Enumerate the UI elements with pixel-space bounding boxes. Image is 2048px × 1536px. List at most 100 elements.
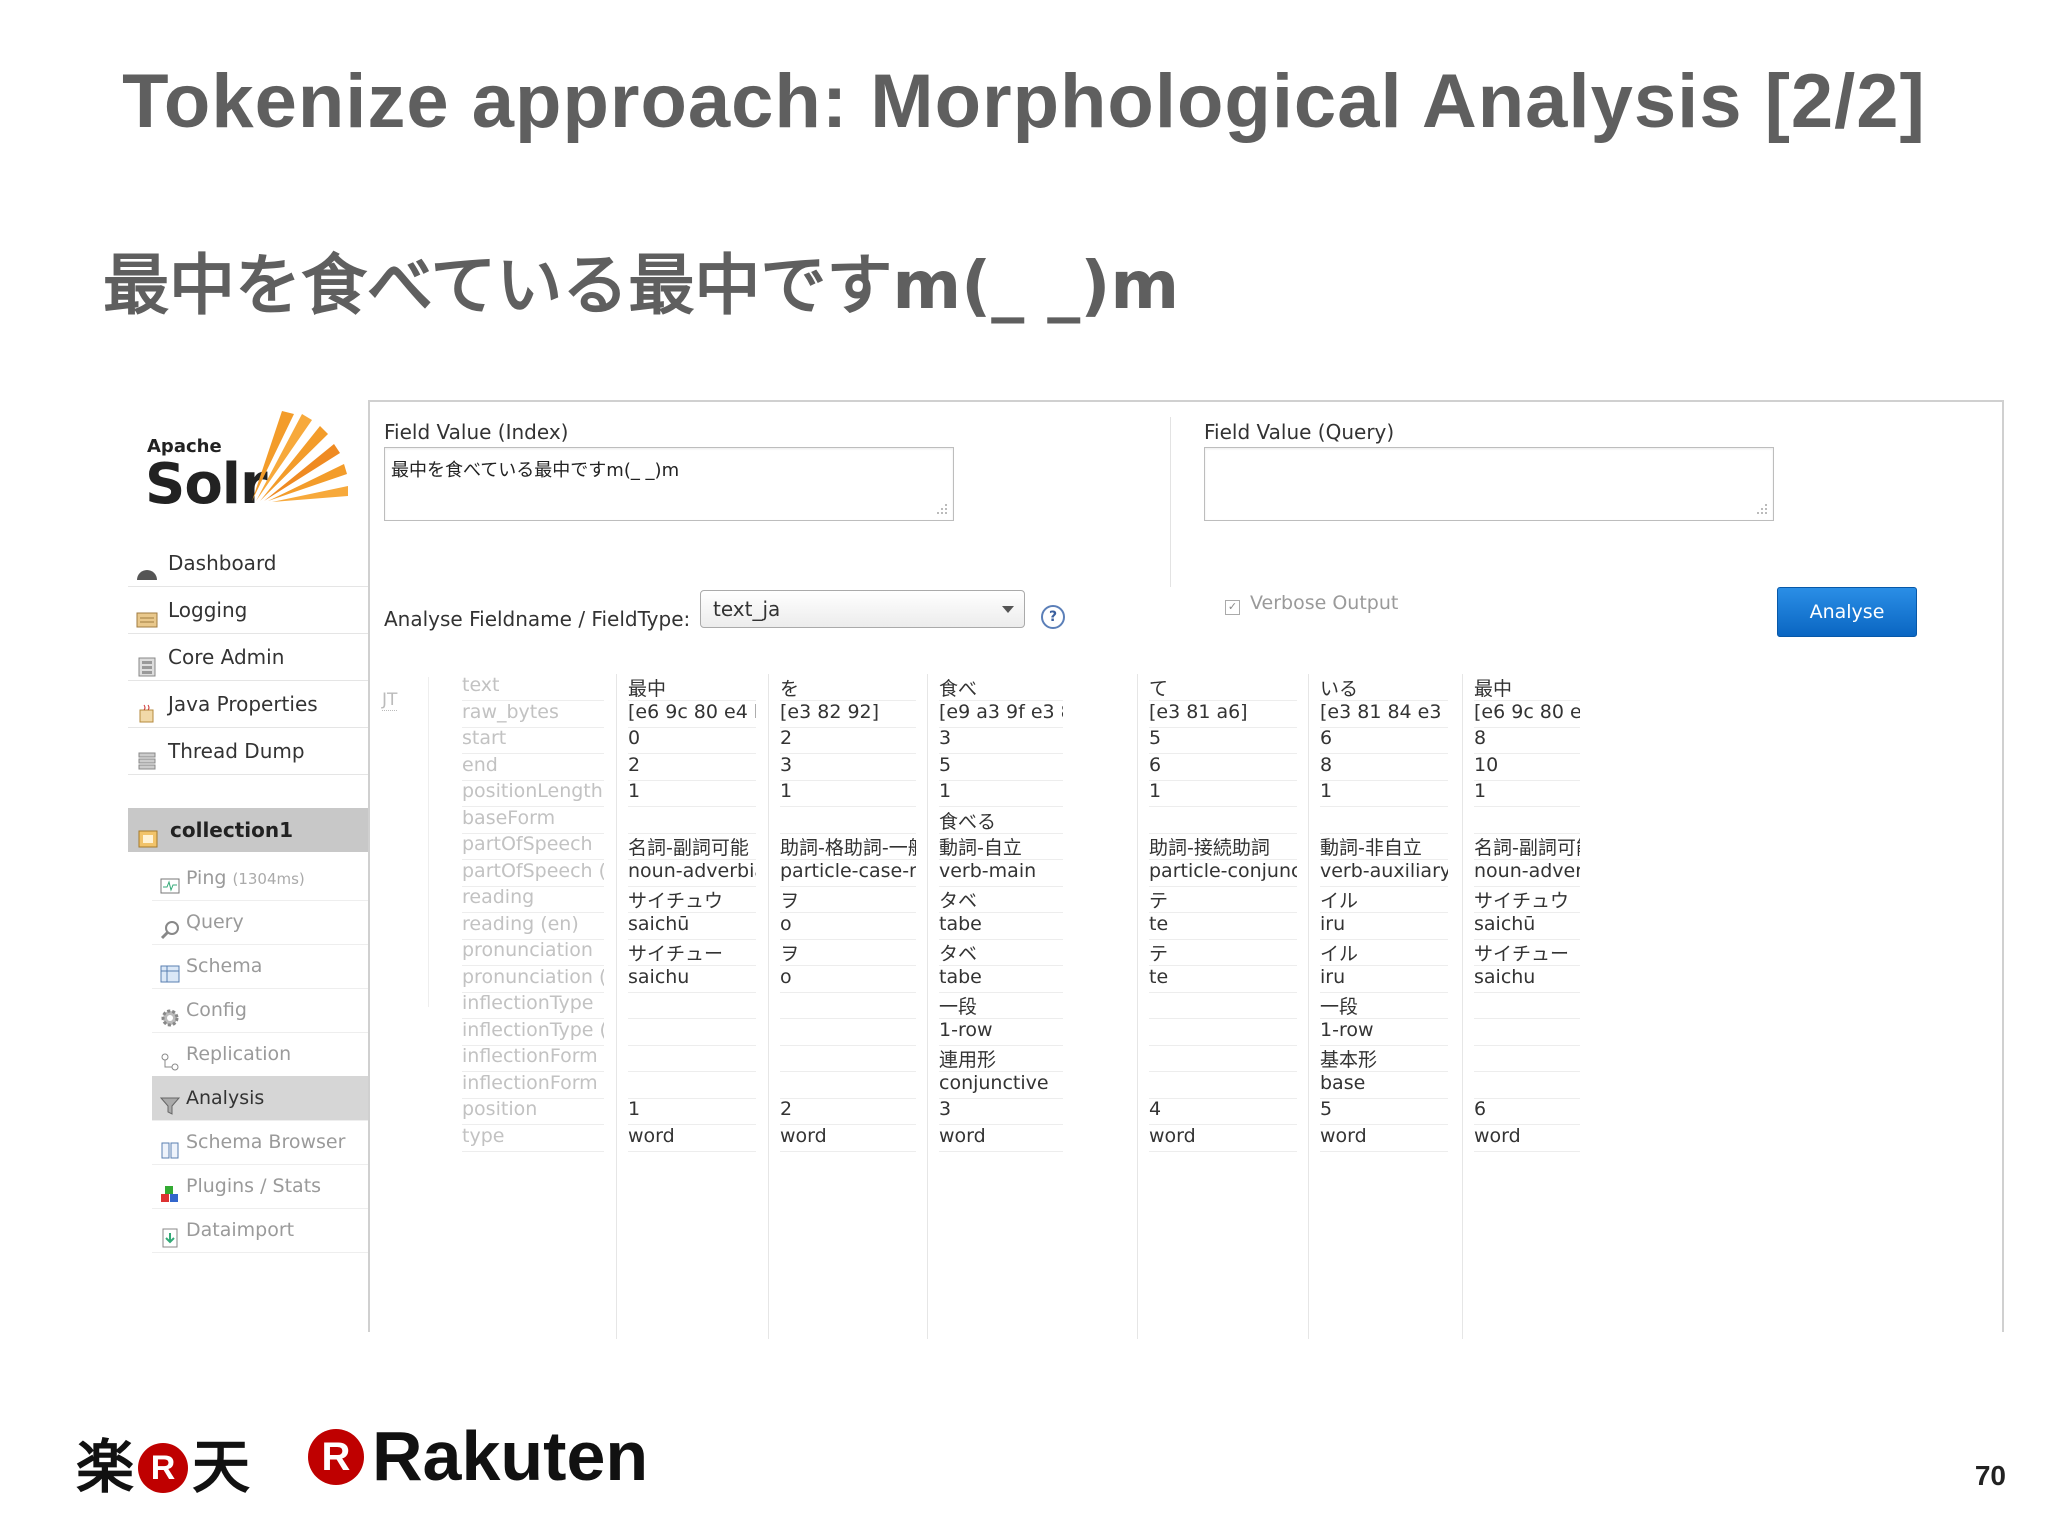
config-label: Config xyxy=(186,999,247,1021)
row-label: positionLength xyxy=(462,780,604,807)
collection-selector[interactable]: collection1 xyxy=(128,808,368,852)
core-menu-query[interactable]: Query xyxy=(152,900,368,945)
field-value-index-text: 最中を食べている最中ですm(_ _)m xyxy=(391,460,680,481)
token-cell: て xyxy=(1149,674,1297,701)
field-value-query-label: Field Value (Query) xyxy=(1204,420,1395,444)
logging-icon xyxy=(136,600,158,628)
field-value-query-input[interactable] xyxy=(1204,447,1774,521)
token-cell: ヲ xyxy=(780,886,916,913)
collection-icon xyxy=(138,820,158,848)
nav-core-admin[interactable]: Core Admin xyxy=(128,634,368,681)
token-cell: 1 xyxy=(780,780,916,807)
token-cell: 3 xyxy=(780,754,916,781)
token-cell: テ xyxy=(1149,939,1297,966)
schema-icon xyxy=(160,956,180,983)
token-cell: 動詞-非自立 xyxy=(1320,833,1448,860)
token-cell: 2 xyxy=(780,1098,916,1125)
row-label: type xyxy=(462,1125,604,1152)
nav-thread-dump[interactable]: Thread Dump xyxy=(128,728,368,775)
page-number: 70 xyxy=(1974,1460,2006,1491)
token-cell: テ xyxy=(1149,886,1297,913)
core-admin-icon xyxy=(136,647,158,677)
core-menu-replication[interactable]: Replication xyxy=(152,1032,368,1077)
token-cell: o xyxy=(780,966,916,993)
kanji-raku: 楽 xyxy=(76,1433,135,1501)
nav-java-properties[interactable]: Java Properties xyxy=(128,681,368,728)
fieldtype-value: text_ja xyxy=(713,597,781,621)
token-cell: 最中 xyxy=(628,674,756,701)
nav-dashboard[interactable]: Dashboard xyxy=(128,540,368,587)
token-cell xyxy=(628,1019,756,1046)
token-cell xyxy=(780,807,916,834)
core-menu-dataimport[interactable]: Dataimport xyxy=(152,1208,368,1253)
kanji-ten: 天 xyxy=(192,1433,251,1501)
nav-label: Dashboard xyxy=(168,551,277,575)
verbose-output-label: Verbose Output xyxy=(1250,592,1399,614)
nav-logging[interactable]: Logging xyxy=(128,587,368,634)
row-label: reading (en) xyxy=(462,913,604,940)
resize-grip-icon[interactable] xyxy=(935,502,949,516)
token-cell: いる xyxy=(1320,674,1448,701)
row-label: inflectionType xyxy=(462,992,604,1019)
token-cell: word xyxy=(1474,1125,1580,1152)
token-cell: 名詞-副詞可能 xyxy=(1474,833,1580,860)
core-menu-analysis[interactable]: Analysis xyxy=(152,1076,368,1121)
core-menu-schema[interactable]: Schema xyxy=(152,944,368,989)
jt-link[interactable]: JT xyxy=(382,690,398,711)
token-cell xyxy=(780,1019,916,1046)
token-cell xyxy=(628,1072,756,1099)
token-cell: o xyxy=(780,913,916,940)
token-cell: 1 xyxy=(628,780,756,807)
token-cell xyxy=(628,992,756,1019)
dataimport-label: Dataimport xyxy=(186,1219,295,1241)
resize-grip-icon[interactable] xyxy=(1755,502,1769,516)
r-mark-icon: R xyxy=(138,1443,189,1493)
chevron-down-icon xyxy=(1002,606,1014,613)
nav-label: Logging xyxy=(168,598,248,622)
solr-logo[interactable]: Apache Solr xyxy=(145,406,377,517)
token-cell: te xyxy=(1149,913,1297,940)
token-cell: 5 xyxy=(939,754,1063,781)
token-cell: 5 xyxy=(1149,727,1297,754)
column-divider xyxy=(1170,417,1171,587)
token-cell xyxy=(628,1045,756,1072)
token-cell: イル xyxy=(1320,886,1448,913)
token-cell: 1 xyxy=(1320,780,1448,807)
core-menu-config[interactable]: Config xyxy=(152,988,368,1033)
token-cell: 3 xyxy=(939,727,1063,754)
column-separator xyxy=(1308,674,1309,1339)
core-menu-plugins[interactable]: Plugins / Stats xyxy=(152,1164,368,1209)
token-cell: verb-main xyxy=(939,860,1063,887)
row-label: inflectionForm xyxy=(462,1045,604,1072)
row-label: raw_bytes xyxy=(462,701,604,728)
ping-time: (1304ms) xyxy=(232,870,305,888)
token-cell: 2 xyxy=(780,727,916,754)
ping-text: Ping xyxy=(186,867,227,889)
token-cell: iru xyxy=(1320,913,1448,940)
column-separator xyxy=(1462,674,1463,1339)
analyse-values-button[interactable]: Analyse Values xyxy=(1777,587,1917,671)
help-icon[interactable]: ? xyxy=(1041,605,1065,629)
column-separator xyxy=(768,674,769,1339)
book-icon xyxy=(160,1132,180,1159)
token-cell: 1-row xyxy=(1320,1019,1448,1046)
token-cell: 0 xyxy=(628,727,756,754)
checkbox-icon[interactable]: ✓ xyxy=(1225,600,1240,615)
core-menu-schema-browser[interactable]: Schema Browser xyxy=(152,1120,368,1165)
fieldtype-select[interactable]: text_ja xyxy=(700,590,1025,628)
token-cell: 助詞-格助詞-一般 xyxy=(780,833,916,860)
token-cell: を xyxy=(780,674,916,701)
token-cell xyxy=(1320,807,1448,834)
rakuten-kanji-logo: 楽R天 xyxy=(76,1420,250,1501)
core-menu-ping[interactable]: Ping (1304ms) xyxy=(152,856,368,901)
field-value-index-input[interactable]: 最中を食べている最中ですm(_ _)m xyxy=(384,447,954,521)
token-cell xyxy=(1474,1072,1580,1099)
token-cell: iru xyxy=(1320,966,1448,993)
thread-dump-icon xyxy=(136,741,158,770)
token-cell: saichu xyxy=(628,966,756,993)
token-cell xyxy=(628,807,756,834)
verbose-output-checkbox[interactable]: ✓ Verbose Output xyxy=(1225,592,1398,615)
rakuten-wordmark: Rakuten xyxy=(372,1417,649,1495)
token-cell: 一段 xyxy=(939,992,1063,1019)
r-mark-icon: R xyxy=(308,1429,364,1485)
